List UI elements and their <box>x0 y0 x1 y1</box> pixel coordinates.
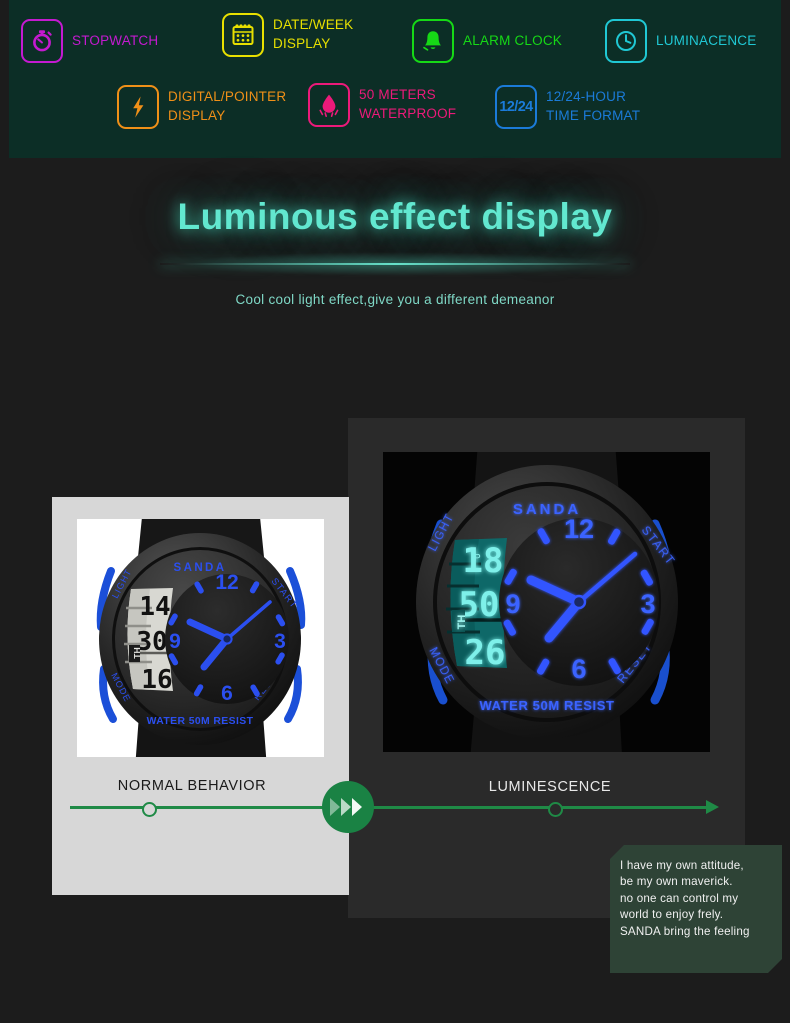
feature-label: ALARM CLOCK <box>463 32 562 48</box>
product-detail-page: STOPWATCH DATE/WEEK DISPLAY ALARM CLOCK … <box>0 0 790 1023</box>
lcd-weekday: TH <box>456 615 468 630</box>
page-subtitle: Cool cool light effect,give you a differ… <box>235 292 555 307</box>
hour-marker-9: 9 <box>505 589 520 619</box>
lcd-weekday: TH <box>132 647 142 658</box>
watch-water-resist-text: WATER 50M RESIST <box>479 698 614 713</box>
hero-section: Luminous effect display Cool cool light … <box>0 196 790 307</box>
page-title: Luminous effect display <box>177 196 613 237</box>
feature-label: 12/24-HOUR TIME FORMAT <box>546 89 641 123</box>
lcd-hours: 14 <box>139 592 170 622</box>
feature-label: 50 METERS WATERPROOF <box>359 87 457 121</box>
calendar-icon <box>222 13 264 57</box>
feature-digital-pointer: DIGITAL/POINTER DISPLAY <box>117 85 286 129</box>
brand-quote-box: I have my own attitude, be my own maveri… <box>610 845 782 973</box>
lcd-hours: 18 <box>463 541 504 581</box>
feature-banner: STOPWATCH DATE/WEEK DISPLAY ALARM CLOCK … <box>9 0 781 158</box>
hour-marker-12: 12 <box>564 514 594 544</box>
bell-icon <box>412 19 454 63</box>
chevrons-right-icon <box>330 798 362 816</box>
timeline-node-normal <box>142 802 157 817</box>
feature-date-week: DATE/WEEK DISPLAY <box>222 13 353 57</box>
feature-label: LUMINACENCE <box>656 32 757 48</box>
luminescence-watch-photo: SANDA START RESET LIGHT MODE P 18 50 TH <box>383 452 710 752</box>
caption-normal-behavior: NORMAL BEHAVIOR <box>117 778 267 794</box>
water-drop-icon <box>308 83 350 127</box>
hour-marker-6: 6 <box>571 654 586 684</box>
hour-marker-6: 6 <box>221 682 233 705</box>
hour-marker-12: 12 <box>215 571 238 594</box>
feature-alarm-clock: ALARM CLOCK <box>412 19 562 63</box>
timeline-transition-badge <box>322 781 374 833</box>
lcd-date: 26 <box>465 633 506 673</box>
glow-bar <box>160 263 630 265</box>
feature-waterproof: 50 METERS WATERPROOF <box>308 83 456 127</box>
feature-time-format: 12/24 12/24-HOUR TIME FORMAT <box>495 85 640 129</box>
feature-stopwatch: STOPWATCH <box>21 19 158 63</box>
feature-label: DATE/WEEK DISPLAY <box>273 17 354 51</box>
hour-marker-3: 3 <box>640 589 655 619</box>
watch-water-resist-text: WATER 50M RESIST <box>147 716 254 727</box>
lcd-date: 16 <box>141 665 172 695</box>
twelve-twentyfour-icon: 12/24 <box>495 85 537 129</box>
normal-watch-svg: SANDA START RESET LIGHT MODE 14 30 <box>77 519 324 757</box>
stopwatch-icon <box>21 19 63 63</box>
feature-luminacence: LUMINACENCE <box>605 19 756 63</box>
watch-lcd-display: P 18 50 TH 26 <box>446 538 507 673</box>
hero-glow-divider <box>115 252 675 278</box>
luminescence-watch-svg: SANDA START RESET LIGHT MODE P 18 50 TH <box>383 452 710 752</box>
caption-luminescence: LUMINESCENCE <box>488 779 612 795</box>
normal-watch-photo: SANDA START RESET LIGHT MODE 14 30 <box>77 519 324 757</box>
brand-quote-text: I have my own attitude, be my own maveri… <box>620 859 750 938</box>
hour-marker-3: 3 <box>274 630 286 653</box>
twelve-twentyfour-icon-text: 12/24 <box>499 99 533 115</box>
timeline-node-luminescence <box>548 802 563 817</box>
timeline-right-segment <box>352 806 710 809</box>
clock-icon <box>605 19 647 63</box>
normal-behavior-card: SANDA START RESET LIGHT MODE 14 30 <box>52 497 349 895</box>
lightning-icon <box>117 85 159 129</box>
timeline-left-segment <box>70 806 352 809</box>
feature-label: DIGITAL/POINTER DISPLAY <box>168 89 287 123</box>
timeline-arrowhead <box>706 800 719 814</box>
hour-marker-9: 9 <box>169 630 181 653</box>
feature-label: STOPWATCH <box>72 32 159 48</box>
